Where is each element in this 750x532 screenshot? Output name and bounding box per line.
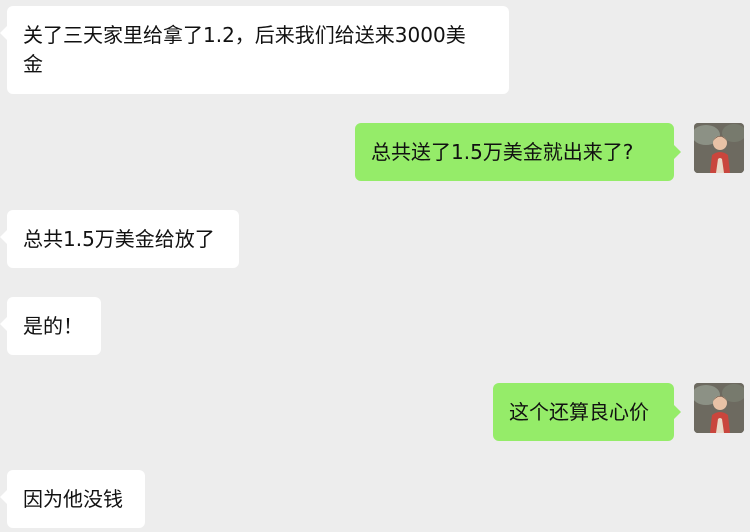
message-text: 总共1.5万美金给放了: [23, 226, 215, 251]
user-avatar-icon[interactable]: [694, 123, 744, 173]
user-avatar-icon: [694, 383, 744, 433]
message-bubble-incoming[interactable]: 因为他没钱: [0, 470, 145, 528]
user-avatar-icon[interactable]: [694, 383, 744, 433]
message-text: 关了三天家里给拿了1.2，后来我们给送来3000美 金: [23, 23, 466, 76]
message-bubble-incoming[interactable]: 总共1.5万美金给放了: [0, 210, 239, 268]
message-text: 总共送了1.5万美金就出来了?: [371, 139, 634, 164]
message-bubble-incoming[interactable]: 是的！: [0, 297, 101, 355]
message-bubble-outgoing[interactable]: 这个还算良心价: [493, 383, 681, 441]
user-avatar-icon: [694, 123, 744, 173]
message-text: 因为他没钱: [23, 486, 123, 511]
message-text: 这个还算良心价: [509, 399, 649, 424]
message-bubble-incoming[interactable]: 关了三天家里给拿了1.2，后来我们给送来3000美 金: [0, 6, 509, 94]
message-text: 是的！: [23, 313, 83, 338]
message-bubble-outgoing[interactable]: 总共送了1.5万美金就出来了?: [355, 123, 681, 181]
